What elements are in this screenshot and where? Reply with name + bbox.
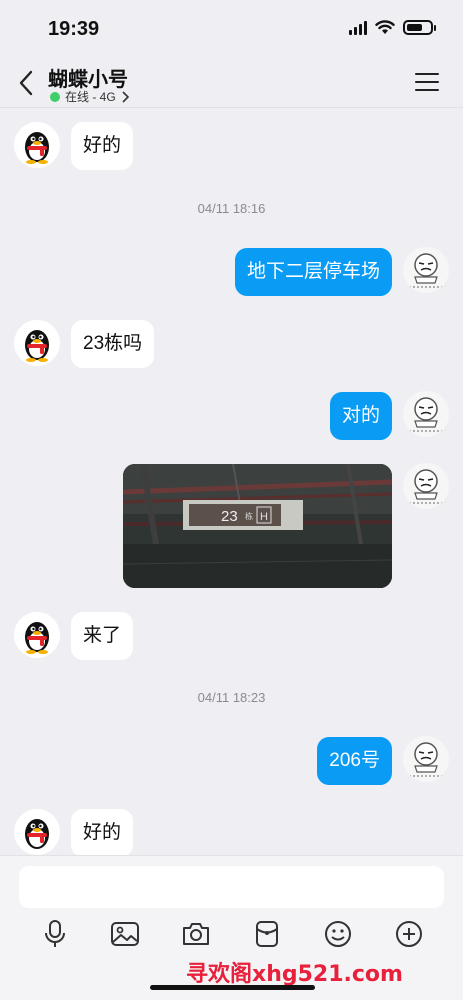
penguin-avatar[interactable] — [14, 122, 60, 168]
input-toolbar — [0, 916, 463, 956]
message-row: 好的 — [0, 807, 463, 855]
message-timestamp: 04/11 18:23 — [197, 690, 266, 705]
penguin-avatar[interactable] — [14, 320, 60, 366]
message-row: 23栋吗 — [0, 318, 463, 370]
watermark: 寻欢阁xhg521.com — [186, 962, 403, 987]
meme-avatar[interactable] — [403, 247, 449, 293]
plus-icon — [396, 921, 422, 947]
message-row: 23 栋 H — [0, 463, 463, 589]
wifi-icon — [375, 20, 395, 34]
chat-header: 蝴蝶小号 在线 - 4G — [0, 58, 463, 108]
message-bubble[interactable]: 地下二层停车场 — [234, 248, 392, 296]
meme-avatar[interactable] — [403, 391, 449, 437]
chevron-right-icon — [122, 90, 129, 103]
home-indicator[interactable] — [150, 985, 315, 990]
red-packet-button[interactable] — [249, 916, 285, 952]
chevron-left-icon — [19, 70, 33, 96]
cellular-signal-icon — [349, 20, 367, 35]
parking-sign-photo[interactable]: 23 栋 H — [123, 464, 392, 588]
microphone-icon — [45, 920, 65, 947]
status-icons — [349, 20, 436, 35]
sign-letter: H — [260, 511, 268, 523]
message-bubble[interactable]: 来了 — [71, 612, 134, 660]
image-icon — [111, 922, 139, 946]
message-row: 对的 — [0, 391, 463, 443]
emoji-icon — [325, 921, 351, 947]
message-row: 好的 — [0, 120, 463, 172]
penguin-avatar[interactable] — [14, 809, 60, 855]
message-row: 来了 — [0, 610, 463, 662]
back-button[interactable] — [12, 66, 40, 100]
menu-icon — [415, 73, 439, 75]
message-row: 206号 — [0, 736, 463, 788]
sign-number: 23 — [221, 508, 238, 525]
presence-status[interactable]: 在线 - 4G — [50, 88, 129, 105]
penguin-avatar[interactable] — [14, 612, 60, 658]
message-bubble[interactable]: 对的 — [329, 392, 392, 440]
online-dot-icon — [50, 91, 60, 102]
message-bubble[interactable]: 好的 — [71, 809, 134, 855]
battery-icon — [403, 20, 436, 35]
meme-avatar[interactable] — [403, 736, 449, 782]
more-button[interactable] — [391, 916, 427, 952]
status-time: 19:39 — [48, 18, 100, 40]
message-bubble[interactable]: 好的 — [71, 122, 134, 170]
meme-avatar[interactable] — [403, 463, 449, 509]
message-input[interactable] — [19, 866, 444, 908]
voice-button[interactable] — [37, 916, 73, 952]
menu-button[interactable] — [415, 71, 439, 93]
message-timestamp: 04/11 18:16 — [197, 201, 266, 216]
status-bar: 19:39 — [0, 0, 463, 58]
camera-button[interactable] — [178, 916, 214, 952]
message-bubble[interactable]: 206号 — [317, 737, 392, 785]
message-row: 地下二层停车场 — [0, 247, 463, 299]
camera-icon — [183, 923, 209, 945]
red-packet-icon — [256, 921, 278, 947]
emoji-button[interactable] — [320, 916, 356, 952]
message-bubble[interactable]: 23栋吗 — [71, 320, 155, 368]
presence-text: 在线 - 4G — [65, 90, 116, 104]
gallery-button[interactable] — [107, 916, 143, 952]
sign-sub: 栋 — [245, 511, 253, 521]
